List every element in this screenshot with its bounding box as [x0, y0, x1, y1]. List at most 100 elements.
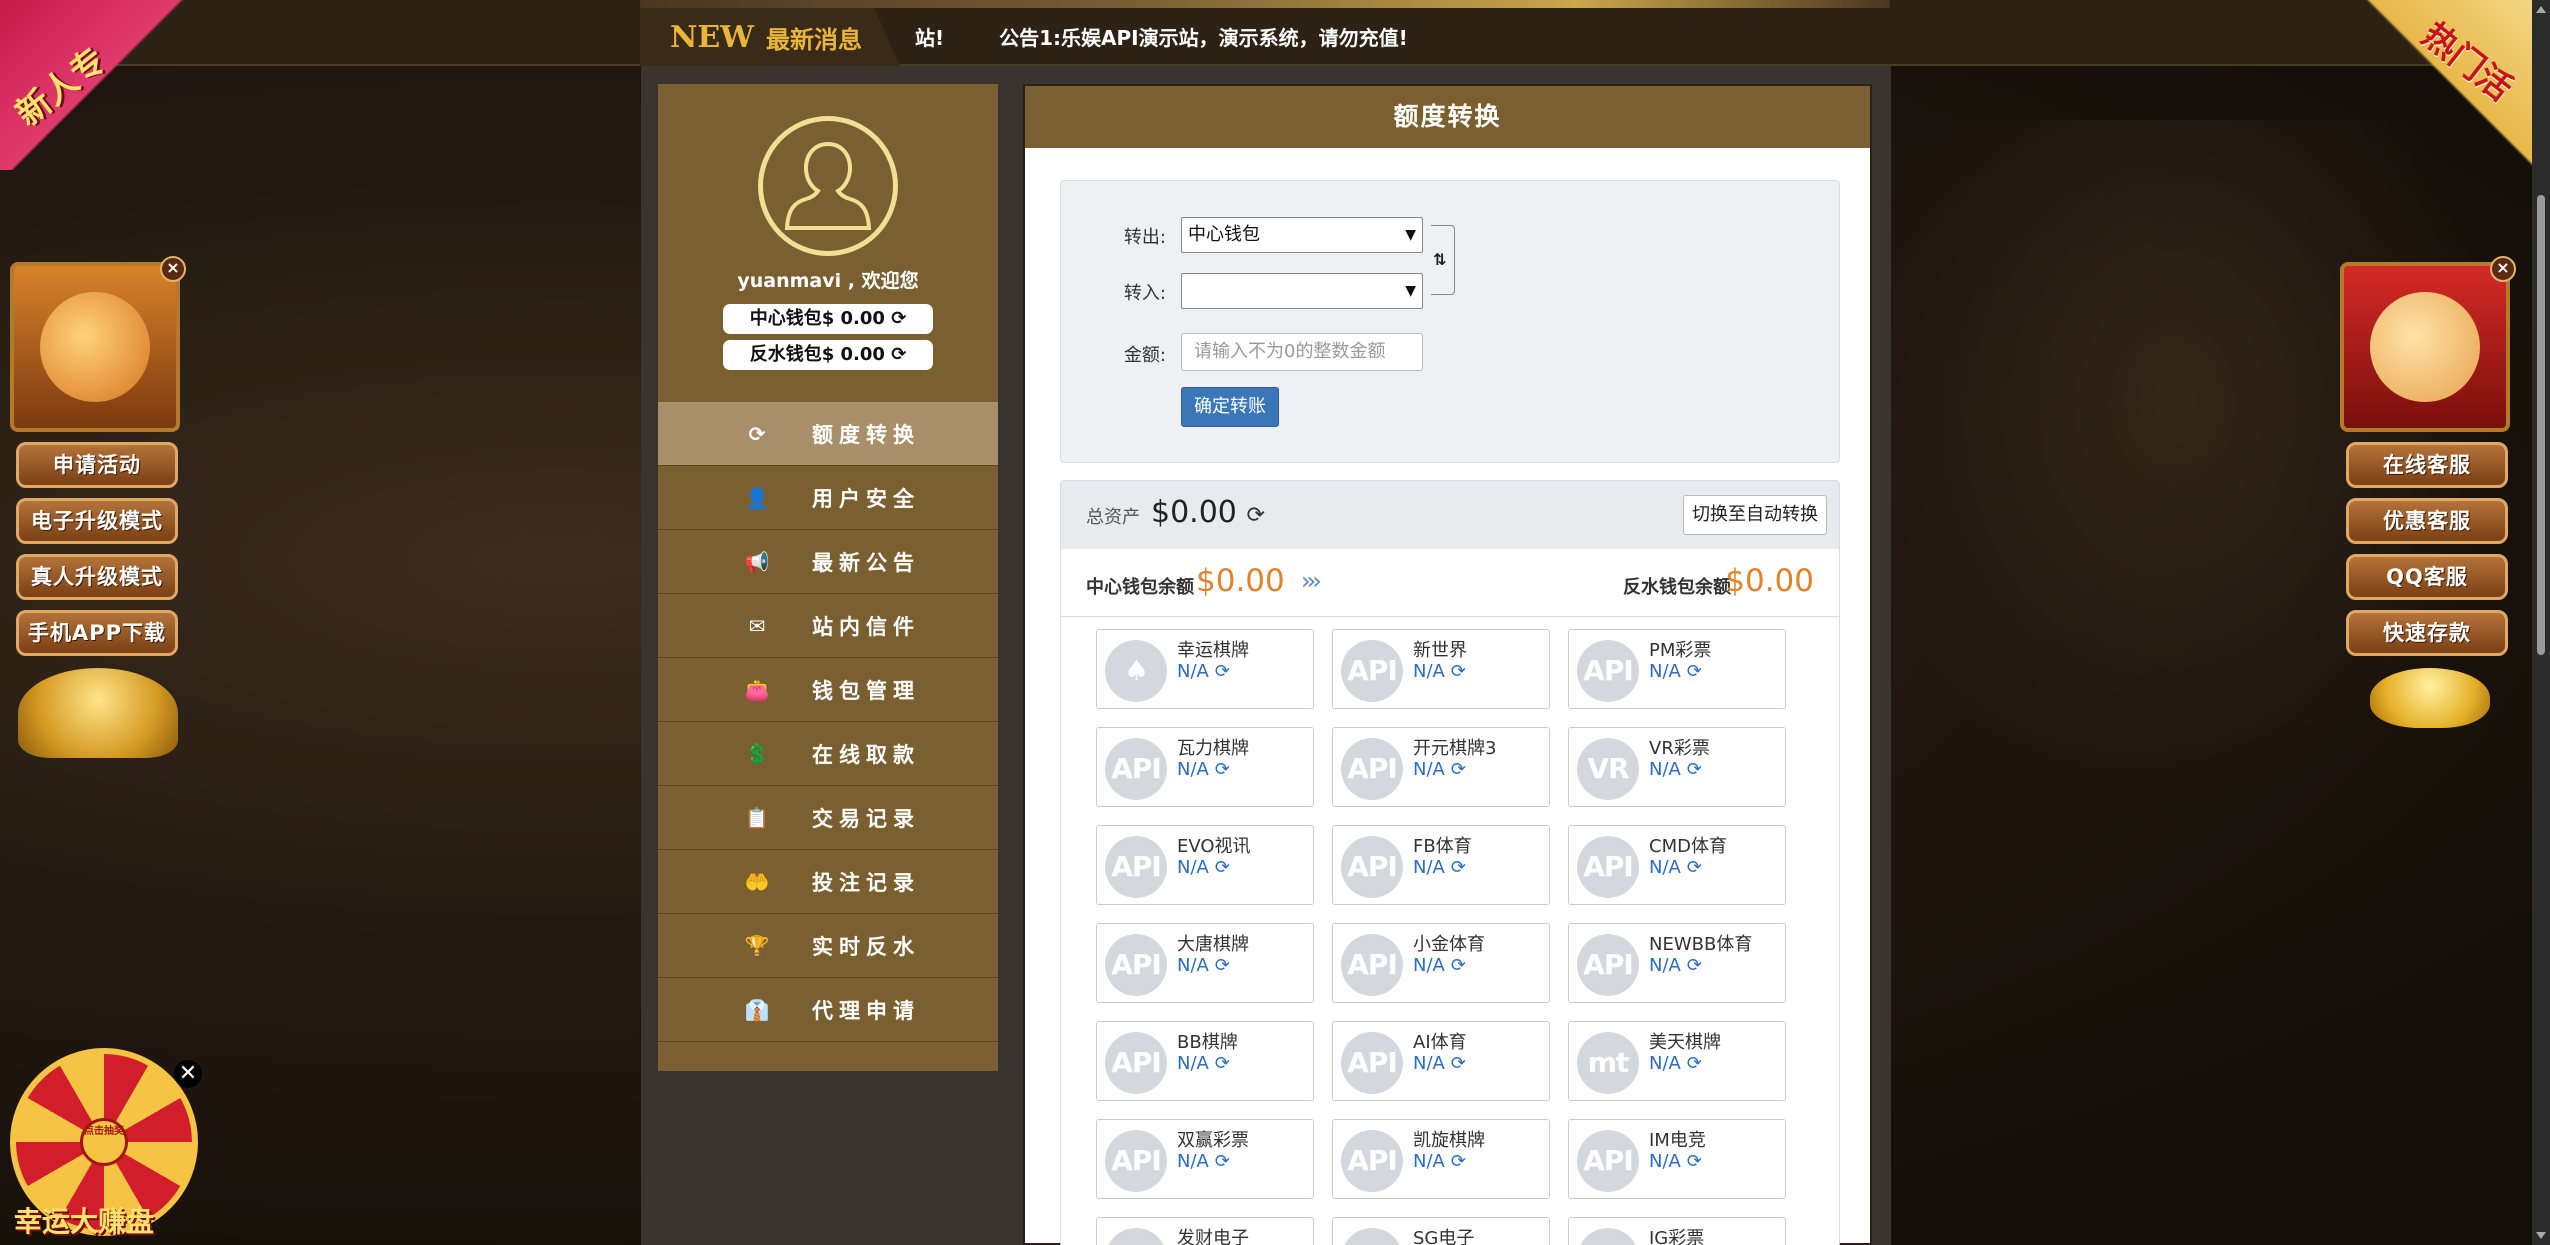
online-support-button[interactable]: 在线客服 — [2346, 442, 2508, 488]
refresh-icon[interactable]: ⟳ — [1451, 759, 1466, 780]
platform-card[interactable]: API BB棋牌 N/A ⟳ — [1096, 1021, 1314, 1101]
platform-card[interactable]: API FB体育 N/A ⟳ — [1332, 825, 1550, 905]
platform-card[interactable]: API NEWBB体育 N/A ⟳ — [1568, 923, 1786, 1003]
rebate-wallet-pill[interactable]: 反水钱包$ 0.00 ⟳ — [723, 340, 933, 370]
refresh-icon[interactable]: ⟳ — [891, 308, 906, 329]
close-icon[interactable]: × — [160, 256, 186, 282]
sidebar-item-security[interactable]: 👤 用户安全 — [658, 466, 998, 530]
platform-balance-value: N/A — [1177, 1053, 1209, 1074]
platform-card[interactable]: API 小金体育 N/A ⟳ — [1332, 923, 1550, 1003]
platform-card[interactable]: API PM彩票 N/A ⟳ — [1568, 629, 1786, 709]
scrollbar-thumb[interactable] — [2537, 195, 2545, 655]
swap-wallets-button[interactable]: ⇅ — [1431, 225, 1455, 295]
confirm-transfer-button[interactable]: 确定转账 — [1181, 387, 1279, 427]
platform-card[interactable]: API 开元棋牌3 N/A ⟳ — [1332, 727, 1550, 807]
refresh-icon[interactable]: ⟳ — [1687, 759, 1702, 780]
central-wallet-pill[interactable]: 中心钱包$ 0.00 ⟳ — [723, 304, 933, 334]
ox-mascot[interactable]: × — [10, 256, 186, 432]
refresh-icon[interactable]: ⟳ — [1215, 857, 1230, 878]
refresh-icon[interactable]: ⟳ — [1246, 503, 1264, 528]
promo-support-button[interactable]: 优惠客服 — [2346, 498, 2508, 544]
platform-card[interactable]: API IM电竞 N/A ⟳ — [1568, 1119, 1786, 1199]
close-icon[interactable]: ✕ — [174, 1060, 202, 1088]
sidebar-item-messages[interactable]: ✉ 站内信件 — [658, 594, 998, 658]
refresh-icon[interactable]: ⟳ — [1687, 857, 1702, 878]
platform-card[interactable]: APISG电子N/A⟳ — [1332, 1217, 1550, 1245]
refresh-icon[interactable]: ⟳ — [1687, 1151, 1702, 1172]
refresh-icon[interactable]: ⟳ — [1215, 1053, 1230, 1074]
user-silhouette-icon — [784, 141, 872, 230]
refresh-icon[interactable]: ⟳ — [1687, 955, 1702, 976]
transfer-out-select[interactable]: 中心钱包 ▼ — [1181, 217, 1423, 253]
refresh-icon[interactable]: ⟳ — [1687, 1053, 1702, 1074]
sidebar-item-label: 额度转换 — [812, 422, 920, 447]
platform-card[interactable]: API 双赢彩票 N/A ⟳ — [1096, 1119, 1314, 1199]
refresh-icon[interactable]: ⟳ — [1451, 1053, 1466, 1074]
auto-transfer-toggle-button[interactable]: 切换至自动转换 — [1683, 495, 1827, 535]
platform-logo-icon: ♠ — [1105, 640, 1167, 702]
live-upgrade-button[interactable]: 真人升级模式 — [16, 554, 178, 600]
platform-balance: N/A ⟳ — [1177, 1053, 1230, 1074]
sidebar-item-wallet[interactable]: 👛 钱包管理 — [658, 658, 998, 722]
central-balance-label: 中心钱包余额 — [1086, 577, 1194, 598]
scroll-down-icon[interactable] — [2536, 1232, 2546, 1239]
refresh-icon[interactable]: ⟳ — [1451, 1151, 1466, 1172]
megaphone-icon: 📢 — [744, 549, 770, 574]
sidebar-item-agent[interactable]: 👔 代理申请 — [658, 978, 998, 1042]
slot-upgrade-button[interactable]: 电子升级模式 — [16, 498, 178, 544]
platform-card[interactable]: ♠ 幸运棋牌 N/A ⟳ — [1096, 629, 1314, 709]
sidebar-item-transfer[interactable]: ⟳ 额度转换 — [658, 402, 998, 466]
newcomer-banner[interactable]: 新人专 — [0, 0, 230, 170]
sidebar-item-announcements[interactable]: 📢 最新公告 — [658, 530, 998, 594]
platform-card[interactable]: API AI体育 N/A ⟳ — [1332, 1021, 1550, 1101]
transfer-in-select[interactable]: ▼ — [1181, 273, 1423, 309]
platform-balance-value: N/A — [1177, 857, 1209, 878]
platform-name: VR彩票 — [1649, 738, 1710, 759]
refresh-icon[interactable]: ⟳ — [1451, 857, 1466, 878]
scrollbar[interactable] — [2532, 0, 2550, 1245]
platform-card[interactable]: API 新世界 N/A ⟳ — [1332, 629, 1550, 709]
platform-card[interactable]: API发财电子N/A⟳ — [1096, 1217, 1314, 1245]
platform-card[interactable]: VR VR彩票 N/A ⟳ — [1568, 727, 1786, 807]
refresh-icon[interactable]: ⟳ — [1215, 1151, 1230, 1172]
sidebar-item-withdraw[interactable]: 💲 在线取款 — [658, 722, 998, 786]
refresh-icon[interactable]: ⟳ — [1451, 955, 1466, 976]
refresh-icon[interactable]: ⟳ — [1451, 661, 1466, 682]
qq-support-button[interactable]: QQ客服 — [2346, 554, 2508, 600]
sidebar-item-rebate[interactable]: 🏆 实时反水 — [658, 914, 998, 978]
platform-name: FB体育 — [1413, 836, 1472, 857]
refresh-icon[interactable]: ⟳ — [1215, 955, 1230, 976]
close-icon[interactable]: × — [2490, 256, 2516, 282]
hot-promo-banner[interactable]: 热门活 — [2270, 0, 2550, 170]
wheel-hub[interactable]: 点击抽奖 — [80, 1118, 128, 1166]
ticker-item[interactable]: 站! — [915, 26, 944, 50]
amount-label: 金额: — [1123, 345, 1166, 366]
platform-card[interactable]: API CMD体育 N/A ⟳ — [1568, 825, 1786, 905]
user-lock-icon: 👤 — [744, 485, 770, 510]
platform-card[interactable]: mt 美天棋牌 N/A ⟳ — [1568, 1021, 1786, 1101]
lucky-wheel-label[interactable]: 幸运大赚盘 — [14, 1200, 154, 1240]
sidebar-item-transactions[interactable]: 📋 交易记录 — [658, 786, 998, 850]
avatar[interactable] — [758, 116, 898, 256]
platform-balance-value: N/A — [1177, 1151, 1209, 1172]
platform-card[interactable]: API 瓦力棋牌 N/A ⟳ — [1096, 727, 1314, 807]
platform-card[interactable]: API EVO视讯 N/A ⟳ — [1096, 825, 1314, 905]
refresh-icon[interactable]: ⟳ — [1687, 661, 1702, 682]
scroll-up-icon[interactable] — [2536, 6, 2546, 13]
app-download-button[interactable]: 手机APP下载 — [16, 610, 178, 656]
refresh-icon[interactable]: ⟳ — [891, 344, 906, 365]
amount-input[interactable]: 请输入不为0的整数金额 — [1181, 333, 1423, 371]
platform-card[interactable]: APIIG彩票N/A⟳ — [1568, 1217, 1786, 1245]
platform-card[interactable]: API 大唐棋牌 N/A ⟳ — [1096, 923, 1314, 1003]
apply-promo-button[interactable]: 申请活动 — [16, 442, 178, 488]
platform-card[interactable]: API 凯旋棋牌 N/A ⟳ — [1332, 1119, 1550, 1199]
fortune-god-mascot[interactable]: × — [2340, 256, 2516, 432]
refresh-icon[interactable]: ⟳ — [1215, 759, 1230, 780]
platform-balance-value: N/A — [1177, 661, 1209, 682]
sidebar-item-bets[interactable]: 🤲 投注记录 — [658, 850, 998, 914]
platform-balance-value: N/A — [1413, 759, 1445, 780]
refresh-icon[interactable]: ⟳ — [1215, 661, 1230, 682]
news-ticker[interactable]: 站! 公告1:乐娱API演示站，演示系统，请勿充值! — [915, 22, 1456, 51]
ticker-item[interactable]: 公告1:乐娱API演示站，演示系统，请勿充值! — [999, 26, 1408, 50]
quick-deposit-button[interactable]: 快速存款 — [2346, 610, 2508, 656]
